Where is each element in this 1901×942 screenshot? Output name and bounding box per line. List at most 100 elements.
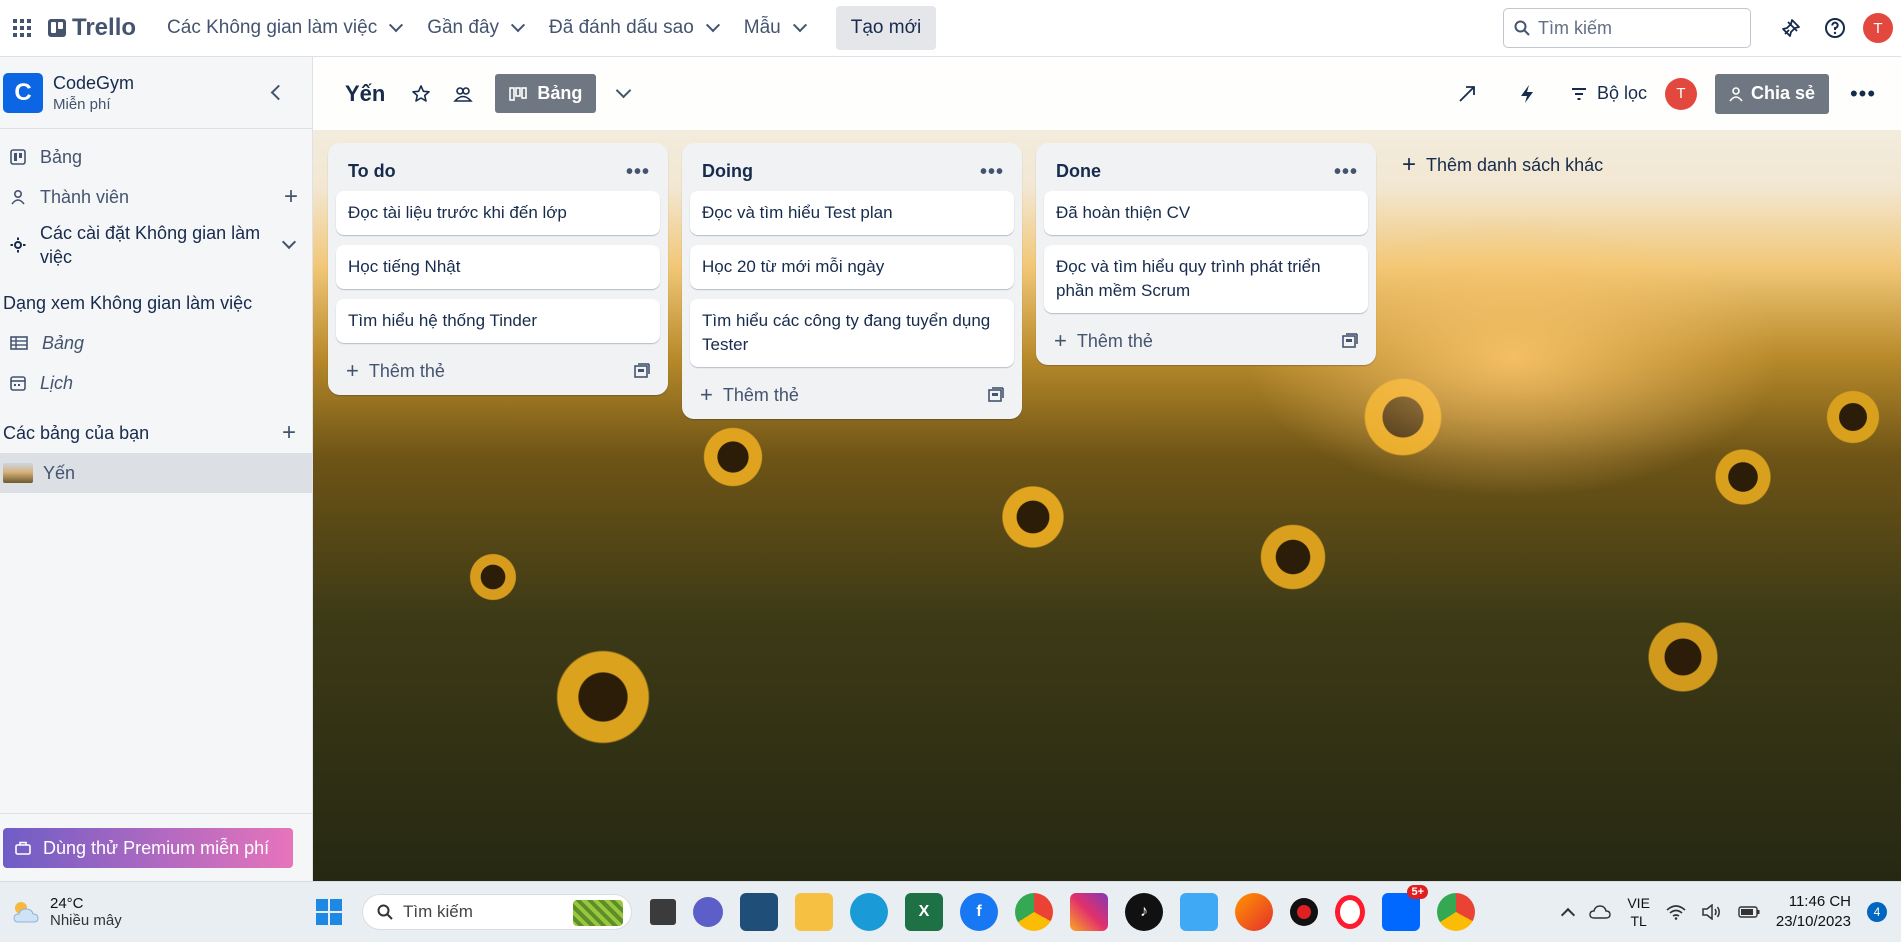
- gear-icon: [10, 237, 26, 253]
- workspace-header: C CodeGym Miễn phí: [0, 57, 312, 129]
- add-board-icon[interactable]: +: [282, 419, 296, 447]
- sidebar-view-board[interactable]: Bảng: [0, 323, 312, 363]
- instagram-icon[interactable]: [1070, 893, 1108, 931]
- taskbar-search[interactable]: Tìm kiếm: [362, 894, 632, 930]
- sidebar-item-settings[interactable]: Các cài đặt Không gian làm việc: [0, 217, 312, 273]
- add-list-label: Thêm danh sách khác: [1426, 154, 1604, 175]
- sidebar-view-calendar[interactable]: Lịch: [0, 363, 312, 403]
- chevron-down-icon[interactable]: [281, 234, 297, 250]
- clock[interactable]: 11:46 CH 23/10/2023: [1776, 892, 1851, 932]
- input-language[interactable]: VIE TL: [1627, 894, 1650, 930]
- add-card-label: Thêm thẻ: [722, 384, 799, 405]
- create-button[interactable]: Tạo mới: [835, 6, 937, 50]
- onedrive-icon[interactable]: [1589, 905, 1612, 919]
- card[interactable]: Đọc và tìm hiểu quy trình phát triển phầ…: [1044, 245, 1368, 313]
- add-member-icon[interactable]: +: [284, 183, 298, 211]
- star-icon[interactable]: [405, 78, 437, 110]
- card-template-icon[interactable]: [1342, 333, 1358, 349]
- task-view-icon[interactable]: [650, 899, 676, 925]
- trello-logo[interactable]: Trello: [48, 14, 136, 42]
- user-avatar[interactable]: T: [1863, 13, 1893, 43]
- notification-count-badge[interactable]: 4: [1867, 902, 1887, 922]
- tiktok-icon[interactable]: ♪: [1125, 893, 1163, 931]
- card-template-icon[interactable]: [634, 363, 650, 379]
- record-app-icon[interactable]: [1290, 898, 1318, 926]
- add-card-label: Thêm thẻ: [1076, 330, 1153, 351]
- list-menu-icon[interactable]: •••: [980, 161, 1004, 184]
- list-header[interactable]: Doing •••: [690, 151, 1014, 191]
- nav-templates[interactable]: Mẫu: [731, 10, 818, 46]
- sql-app-icon[interactable]: [740, 893, 778, 931]
- sidebar-item-label: Bảng: [40, 146, 83, 167]
- app-switcher-icon[interactable]: [4, 10, 40, 46]
- sidebar-item-members[interactable]: Thành viên +: [0, 177, 312, 217]
- chevron-up-icon[interactable]: [1561, 907, 1576, 923]
- list-header[interactable]: To do •••: [336, 151, 660, 191]
- facebook-icon[interactable]: f: [960, 893, 998, 931]
- trello-logo-text: Trello: [72, 14, 137, 41]
- zalo-icon[interactable]: 5+: [1382, 885, 1428, 931]
- card[interactable]: Đã hoàn thiện CV: [1044, 191, 1368, 235]
- help-icon[interactable]: [1819, 12, 1851, 44]
- add-card-button[interactable]: + Thêm thẻ: [1044, 323, 1368, 359]
- card[interactable]: Đọc và tìm hiểu Test plan: [690, 191, 1014, 235]
- list-title[interactable]: To do: [348, 161, 396, 182]
- notifications-icon[interactable]: [1775, 12, 1807, 44]
- weather-widget[interactable]: 24°C Nhiều mây: [10, 895, 310, 929]
- card[interactable]: Tìm hiểu hệ thống Tinder: [336, 299, 660, 343]
- chrome-active-icon[interactable]: [1437, 893, 1475, 931]
- table-icon: [10, 336, 28, 350]
- wifi-icon[interactable]: [1666, 904, 1686, 920]
- board-view-button[interactable]: Bảng: [495, 74, 597, 113]
- battery-icon[interactable]: [1738, 906, 1760, 918]
- premium-trial-button[interactable]: Dùng thử Premium miễn phí: [3, 828, 293, 868]
- nav-starred-label: Đã đánh dấu sao: [549, 17, 694, 38]
- workspace-name[interactable]: CodeGym: [53, 73, 134, 94]
- excel-icon[interactable]: X: [905, 893, 943, 931]
- sidebar-board-yen[interactable]: Yến: [0, 453, 312, 493]
- card[interactable]: Đọc tài liệu trước khi đến lớp: [336, 191, 660, 235]
- card-template-icon[interactable]: [988, 387, 1004, 403]
- board-member-avatar[interactable]: T: [1664, 77, 1697, 110]
- firefox-icon[interactable]: [1235, 893, 1273, 931]
- more-options-icon[interactable]: •••: [1847, 78, 1879, 110]
- list-menu-icon[interactable]: •••: [1334, 161, 1358, 184]
- add-card-button[interactable]: + Thêm thẻ: [690, 377, 1014, 413]
- list-title[interactable]: Done: [1056, 161, 1101, 182]
- search-input[interactable]: Tìm kiếm: [1503, 8, 1751, 48]
- automation-icon[interactable]: [1511, 78, 1543, 110]
- edge-browser-icon[interactable]: [850, 893, 888, 931]
- opera-icon[interactable]: [1335, 895, 1365, 929]
- board-title[interactable]: Yến: [345, 81, 385, 107]
- windows-start-icon[interactable]: [310, 893, 348, 931]
- sidebar-item-boards[interactable]: Bảng: [0, 137, 312, 177]
- pinwheel-app-icon[interactable]: [1180, 893, 1218, 931]
- visibility-icon[interactable]: [447, 78, 479, 110]
- share-button[interactable]: Chia sẻ: [1714, 73, 1829, 114]
- add-list-button[interactable]: + Thêm danh sách khác: [1390, 143, 1610, 187]
- filter-button[interactable]: Bộ lọc: [1571, 83, 1647, 104]
- card[interactable]: Học tiếng Nhật: [336, 245, 660, 289]
- nav-recent[interactable]: Gần đây: [414, 10, 536, 46]
- nav-workspaces[interactable]: Các Không gian làm việc: [154, 10, 414, 46]
- nav-starred[interactable]: Đã đánh dấu sao: [536, 10, 731, 46]
- card[interactable]: Học 20 từ mới mỗi ngày: [690, 245, 1014, 289]
- card[interactable]: Tìm hiểu các công ty đang tuyển dụng Tes…: [690, 299, 1014, 367]
- list-menu-icon[interactable]: •••: [626, 161, 650, 184]
- list-header[interactable]: Done •••: [1044, 151, 1368, 191]
- teams-chat-icon[interactable]: [693, 897, 723, 927]
- list-doing: Doing ••• Đọc và tìm hiểu Test plan Học …: [682, 143, 1022, 419]
- power-ups-icon[interactable]: [1451, 78, 1483, 110]
- plus-icon: +: [1402, 151, 1417, 178]
- add-card-button[interactable]: + Thêm thẻ: [336, 353, 660, 389]
- collapse-sidebar-icon[interactable]: [270, 84, 287, 101]
- views-chevron-icon[interactable]: [616, 82, 632, 99]
- workspace-logo[interactable]: C: [3, 72, 43, 113]
- chrome-icon[interactable]: [1015, 893, 1053, 931]
- file-explorer-icon[interactable]: [795, 893, 833, 931]
- weather-temperature: 24°C: [50, 895, 84, 912]
- volume-icon[interactable]: [1702, 904, 1722, 920]
- nav-templates-label: Mẫu: [743, 17, 781, 38]
- boards-section: Các bảng của bạn +: [0, 413, 312, 453]
- list-title[interactable]: Doing: [702, 161, 753, 182]
